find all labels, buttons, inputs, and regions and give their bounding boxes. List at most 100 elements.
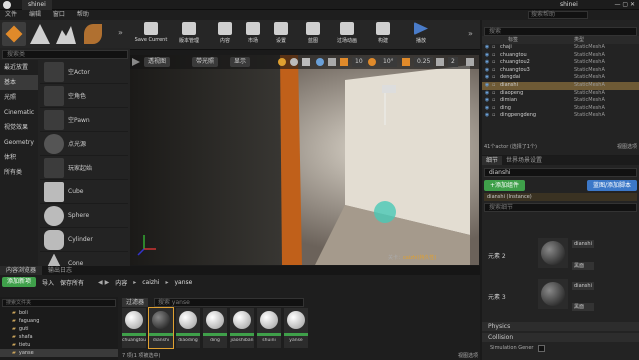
lit-button[interactable]: 带光照 <box>192 57 219 67</box>
material-2-select[interactable]: dianshi <box>572 240 594 248</box>
add-component-button[interactable]: +添加组件 <box>484 180 526 191</box>
asset-search-input[interactable]: 搜索 yanse <box>154 297 305 307</box>
viewport-menu-icon[interactable] <box>132 58 140 66</box>
outliner-view-options[interactable]: 视图选项 <box>617 142 637 152</box>
component-instance[interactable]: dianshi (Instance) <box>484 193 637 201</box>
blueprints-button[interactable]: 蓝图 <box>296 22 330 48</box>
folder-item[interactable]: ▰ yanse <box>0 349 118 357</box>
project-tab[interactable]: shinei <box>22 0 52 10</box>
folder-item[interactable]: ▰ guti <box>0 325 118 333</box>
camera-speed-value[interactable]: 2 <box>448 57 458 67</box>
collision-section[interactable]: Collision <box>482 333 639 342</box>
tab-output-log[interactable]: 输出日志 <box>42 266 78 275</box>
folder-item[interactable]: ▰ faguang <box>0 317 118 325</box>
asset-tile[interactable]: jiaoshiban <box>230 308 254 348</box>
show-button[interactable]: 显示 <box>230 57 251 67</box>
save-current-button[interactable]: Save Current <box>134 22 168 48</box>
place-mode-icon[interactable] <box>2 22 26 46</box>
eye-icon[interactable]: ◉ <box>482 52 492 60</box>
menu-window[interactable]: 窗口 <box>48 10 70 20</box>
eye-icon[interactable]: ◉ <box>482 105 492 113</box>
details-search-input[interactable]: 搜索细节 <box>484 203 637 212</box>
eye-icon[interactable]: ◉ <box>482 74 492 82</box>
material-2-thumbnail[interactable] <box>538 238 568 268</box>
outliner-row[interactable]: ◉ ▫ chuangtou StaticMeshA <box>482 52 639 60</box>
category-visual-effects[interactable]: 视觉效果 <box>0 120 38 135</box>
asset-empty-actor[interactable]: 空Actor <box>40 60 128 84</box>
asset-empty-pawn[interactable]: 空Pawn <box>40 108 128 132</box>
material-3-thumbnail[interactable] <box>538 279 568 309</box>
chevron-right-icon[interactable]: » <box>118 28 123 37</box>
category-recent[interactable]: 最近放置 <box>0 60 38 75</box>
category-basic[interactable]: 基本 <box>0 75 38 90</box>
eye-icon[interactable]: ◉ <box>482 90 492 98</box>
label-column[interactable]: 标签 <box>494 36 574 44</box>
outliner-row[interactable]: ◉ ▫ dianshi StaticMeshA <box>482 81 639 90</box>
nav-arrows[interactable]: ◀ ▶ <box>98 279 109 286</box>
grid-snap-icon[interactable] <box>340 58 348 66</box>
chevron-right-icon[interactable]: » <box>468 29 473 38</box>
eye-icon[interactable]: ◉ <box>482 112 492 120</box>
asset-empty-character[interactable]: 空角色 <box>40 84 128 108</box>
tab-content-browser[interactable]: 内容浏览器 <box>0 266 43 275</box>
asset-tile[interactable]: dianshi <box>148 307 174 349</box>
world-local-icon[interactable] <box>316 58 324 66</box>
perspective-button[interactable]: 透视图 <box>144 57 171 67</box>
simulation-checkbox[interactable] <box>538 345 545 352</box>
tab-world-settings[interactable]: 世界场景设置 <box>502 156 546 165</box>
asset-cube[interactable]: Cube <box>40 180 128 204</box>
outliner-search-input[interactable]: 搜索 <box>484 27 637 36</box>
save-all-button[interactable]: 保存所有 <box>60 278 84 287</box>
rotation-snap-icon[interactable] <box>368 58 376 66</box>
physics-section[interactable]: Physics <box>482 322 639 331</box>
add-new-button[interactable]: 添加新项 <box>2 277 37 287</box>
folder-search-input[interactable]: 搜索文件夹 <box>2 299 116 307</box>
eye-icon[interactable]: ◉ <box>482 59 492 67</box>
cinematics-button[interactable]: 过场动画 <box>330 22 364 48</box>
asset-point-light[interactable]: 点光源 <box>40 132 128 156</box>
import-button[interactable]: 导入 <box>42 278 54 287</box>
settings-button[interactable]: 设置 <box>264 22 298 48</box>
foliage-mode-icon[interactable] <box>84 24 102 44</box>
category-volumes[interactable]: 体积 <box>0 150 38 165</box>
outliner-row[interactable]: ◉ ▫ chuangtou2 StaticMeshA <box>482 59 639 67</box>
camera-speed-icon[interactable] <box>436 58 444 66</box>
actor-name-field[interactable]: dianshi <box>484 168 637 177</box>
rotation-snap-value[interactable]: 10° <box>380 57 397 67</box>
build-button[interactable]: 构建 <box>366 22 400 48</box>
rotate-icon[interactable] <box>290 58 298 66</box>
category-lights[interactable]: 光照 <box>0 90 38 105</box>
asset-tile[interactable]: ding <box>203 308 227 348</box>
class-search-input[interactable]: 搜索类 <box>2 50 128 59</box>
outliner-row[interactable]: ◉ ▫ diaopeng StaticMeshA <box>482 90 639 98</box>
category-cinematic[interactable]: Cinematic <box>0 105 38 120</box>
asset-player-start[interactable]: 玩家起始 <box>40 156 128 180</box>
play-button[interactable]: 播放 <box>404 22 438 48</box>
folder-item[interactable]: ▰ shafa <box>0 333 118 341</box>
asset-tile[interactable]: chuangtou <box>122 308 146 348</box>
folder-item[interactable]: ▰ boli <box>0 309 118 317</box>
material-2-sub[interactable]: 黑面 <box>572 262 594 270</box>
outliner-row[interactable]: ◉ ▫ ding StaticMeshA <box>482 105 639 113</box>
menu-help[interactable]: 帮助 <box>72 10 94 20</box>
category-all-classes[interactable]: 所有类 <box>0 165 38 180</box>
eye-icon[interactable]: ◉ <box>482 67 492 75</box>
asset-tile[interactable]: yanse <box>284 308 308 348</box>
help-search-input[interactable]: 搜索帮助 <box>528 11 588 19</box>
category-geometry[interactable]: Geometry <box>0 135 38 150</box>
breadcrumb-caizhi[interactable]: caizhi <box>142 279 159 286</box>
outliner-row[interactable]: ◉ ▫ dingpengdeng StaticMeshA <box>482 112 639 120</box>
surface-snap-icon[interactable] <box>328 58 336 66</box>
material-3-select[interactable]: dianshi <box>572 282 594 290</box>
blueprint-script-button[interactable]: 蓝图/添加脚本 <box>586 180 637 191</box>
asset-cylinder[interactable]: Cylinder <box>40 228 128 252</box>
maximize-icon[interactable] <box>466 58 474 66</box>
folder-item[interactable]: ▰ tietu <box>0 341 118 349</box>
outliner-row[interactable]: ◉ ▫ chuangtou3 StaticMeshA <box>482 67 639 75</box>
content-view-options[interactable]: 视图选项 <box>458 352 478 360</box>
eye-icon[interactable]: ◉ <box>482 44 492 52</box>
outliner-row[interactable]: ◉ ▫ dengdai StaticMeshA <box>482 74 639 82</box>
outliner-row[interactable]: ◉ ▫ dimian StaticMeshA <box>482 97 639 105</box>
material-3-sub[interactable]: 黑面 <box>572 303 594 311</box>
filters-button[interactable]: 过滤器 <box>122 297 149 307</box>
